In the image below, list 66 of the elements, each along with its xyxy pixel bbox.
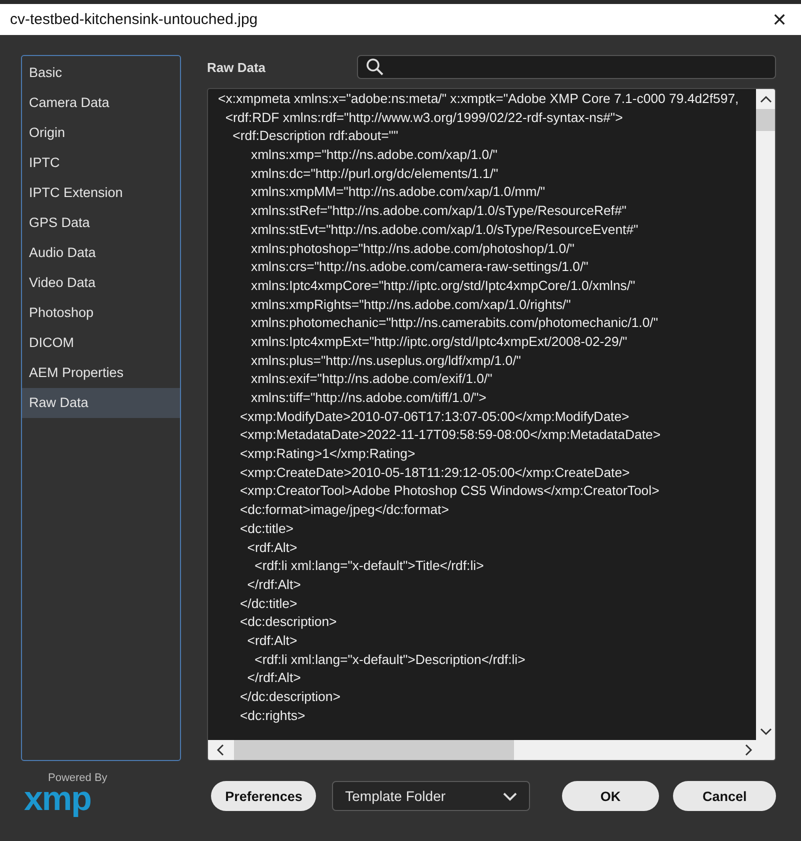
code-line: <xmp:CreatorTool>Adobe Photoshop CS5 Windows</xmp:CreatorTool> [238,482,660,500]
search-icon [366,58,384,76]
scroll-left-icon[interactable] [216,744,224,756]
code-line: xmlns:photomechanic="http://ns.camerabits.com/photomechanic/1.0/" [250,314,659,332]
code-line: <dc:rights> [238,706,306,725]
code-line: xmlns:photoshop="http://ns.adobe.com/photoshop/1.0/" [250,240,576,258]
raw-data-text-area[interactable] [207,88,776,761]
code-line: xmlns:stRef="http://ns.adobe.com/xap/1.0/sType/ResourceRef#" [250,202,628,220]
scroll-thumb[interactable] [756,109,775,131]
sidebar-item[interactable]: Audio Data [22,238,180,268]
chevron-down-icon [502,792,517,800]
sidebar-item[interactable]: DICOM [22,328,180,358]
sidebar-item[interactable]: IPTC Extension [22,178,180,208]
code-line: </dc:description> [238,688,342,706]
code-line: <x:xmpmeta xmlns:x="adobe:ns:meta/" x:xmptk="Adobe XMP Core 7.1-c000 79.4d2f597, [218,90,740,108]
code-line: xmlns:exif="http://ns.adobe.com/exif/1.0/" [250,370,494,388]
sidebar-item[interactable]: Raw Data [22,388,180,418]
panel-title: Raw Data [207,60,267,74]
sidebar-item[interactable]: AEM Properties [22,358,180,388]
code-line: </rdf:Alt> [246,576,302,594]
code-line: <rdf:li xml:lang="x-default">Title</rdf:li> [254,557,485,576]
cancel-button[interactable]: Cancel [673,781,776,811]
sidebar-item[interactable]: IPTC [22,148,180,178]
code-line: xmlns:stEvt="http://ns.adobe.com/xap/1.0/sType/ResourceEvent#" [250,220,640,239]
code-line: xmlns:dc="http://purl.org/dc/elements/1.1/" [250,164,500,183]
preferences-button[interactable]: Preferences [211,781,316,811]
template-folder-dropdown[interactable]: Template Folder [332,781,530,811]
sidebar-item[interactable]: Basic [22,58,180,88]
scroll-up-icon[interactable] [760,95,772,103]
ok-button[interactable]: OK [562,781,660,811]
code-line: <rdf:RDF xmlns:rdf="http://www.w3.org/1999/02/22-rdf-syntax-ns#"> [224,108,624,127]
code-line: <dc:format>image/jpeg</dc:format> [238,501,450,520]
code-line: xmlns:xmp="http://ns.adobe.com/xap/1.0/" [250,146,498,164]
code-line: <rdf:Alt> [246,632,298,650]
sidebar-item[interactable]: Photoshop [22,298,180,328]
code-line: xmlns:xmpMM="http://ns.adobe.com/xap/1.0/mm/" [250,183,546,202]
code-line: xmlns:crs="http://ns.adobe.com/camera-raw-settings/1.0/" [250,258,590,276]
scroll-down-icon[interactable] [760,728,772,736]
code-line: <rdf:Description rdf:about="" [232,127,400,146]
sidebar-item[interactable]: Video Data [22,268,180,298]
code-line: <dc:description> [238,613,338,632]
code-line: </rdf:Alt> [246,669,302,688]
code-line: <xmp:MetadataDate>2022-11-17T09:58:59-08:00</xmp:MetadataDate> [238,426,662,444]
code-line: xmlns:plus="http://ns.useplus.org/ldf/xmp/1.0/" [250,352,522,370]
scroll-thumb[interactable] [234,740,514,760]
window-title: cv-testbed-kitchensink-untouched.jpg [10,11,259,28]
scroll-right-icon[interactable] [745,744,753,756]
code-line: <rdf:Alt> [246,538,298,556]
logo-caption: Powered By [48,772,108,784]
sidebar-item[interactable]: Camera Data [22,88,180,118]
code-line: <dc:title> [238,520,294,538]
horizontal-scrollbar[interactable] [208,740,775,760]
code-line: </dc:title> [238,594,298,613]
sidebar-item[interactable]: GPS Data [22,208,180,238]
code-line: xmlns:Iptc4xmpCore="http://iptc.org/std/Iptc4xmpCore/1.0/xmlns/" [250,276,636,295]
code-line: <rdf:li xml:lang="x-default">Description</rdf:li> [254,650,526,669]
code-line: <xmp:Rating>1</xmp:Rating> [238,445,416,464]
code-line: xmlns:Iptc4xmpExt="http://iptc.org/std/Iptc4xmpExt/2008-02-29/" [250,332,628,351]
close-button[interactable]: ✕ [768,8,791,31]
code-line: <xmp:ModifyDate>2010-07-06T17:13:07-05:00</xmp:ModifyDate> [238,408,630,426]
search-field[interactable] [357,55,776,79]
code-line: xmlns:tiff="http://ns.adobe.com/tiff/1.0/"> [250,389,488,407]
code-line: <xmp:CreateDate>2010-05-18T11:29:12-05:00</xmp:CreateDate> [238,464,631,482]
code-line: xmlns:xmpRights="http://ns.adobe.com/xap/1.0/rights/" [250,296,572,314]
vertical-scrollbar[interactable] [756,89,775,740]
sidebar-item[interactable]: Origin [22,118,180,148]
